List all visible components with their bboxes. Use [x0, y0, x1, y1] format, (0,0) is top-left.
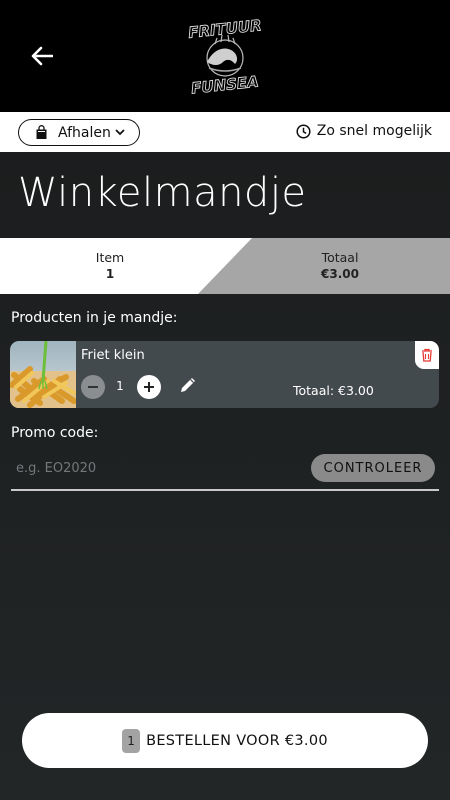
edit-item-button[interactable]	[178, 375, 200, 397]
item-quantity: 1	[116, 379, 124, 393]
summary-total: Totaal €3.00	[290, 250, 390, 282]
order-options-bar: Afhalen Zo snel mogelijk	[0, 112, 450, 152]
decrease-quantity-button[interactable]	[81, 375, 105, 399]
back-button[interactable]	[26, 40, 58, 72]
product-image	[10, 341, 77, 408]
order-item-count: 1	[122, 728, 141, 753]
time-label: Zo snel mogelijk	[316, 123, 432, 139]
app-header: FRITUUR FUNSEA	[0, 0, 450, 112]
logo-top-text: FRITUUR	[187, 16, 262, 42]
delete-item-button[interactable]	[415, 341, 439, 369]
item-total: Totaal: €3.00	[293, 383, 374, 398]
brand-logo: FRITUUR FUNSEA	[185, 14, 265, 98]
cart-summary: Item 1 Totaal €3.00	[0, 238, 450, 294]
summary-item-value: 1	[105, 267, 115, 281]
logo-bottom-text: FUNSEA	[190, 73, 259, 98]
arrow-left-icon	[31, 46, 53, 66]
summary-item-count: Item 1	[60, 250, 160, 282]
page-title: Winkelmandje	[18, 170, 307, 216]
promo-underline	[11, 489, 439, 491]
promo-label: Promo code:	[11, 425, 99, 441]
trash-icon	[422, 348, 432, 362]
products-section-label: Producten in je mandje:	[11, 310, 178, 326]
summary-total-value: €3.00	[321, 267, 359, 281]
minus-icon	[88, 386, 98, 388]
pickup-dropdown[interactable]: Afhalen	[18, 119, 140, 146]
item-name: Friet klein	[81, 348, 145, 363]
delivery-time-selector[interactable]: Zo snel mogelijk	[296, 123, 432, 139]
chevron-down-icon	[115, 129, 125, 136]
pickup-label: Afhalen	[58, 124, 111, 141]
promo-code-input[interactable]	[11, 454, 301, 482]
summary-total-label: Totaal	[321, 250, 359, 265]
clock-icon	[296, 123, 311, 139]
summary-item-label: Item	[95, 250, 125, 265]
increase-quantity-button[interactable]	[137, 375, 161, 399]
check-promo-button[interactable]: CONTROLEER	[311, 454, 435, 482]
place-order-button[interactable]: 1 BESTELLEN VOOR €3.00	[22, 713, 428, 768]
shopping-bag-icon	[36, 125, 47, 139]
order-button-label: BESTELLEN VOOR €3.00	[146, 732, 328, 749]
plus-icon	[144, 382, 154, 392]
pencil-icon	[181, 378, 195, 392]
cart-item: Friet klein 1 Totaal: €3.00	[10, 341, 439, 408]
